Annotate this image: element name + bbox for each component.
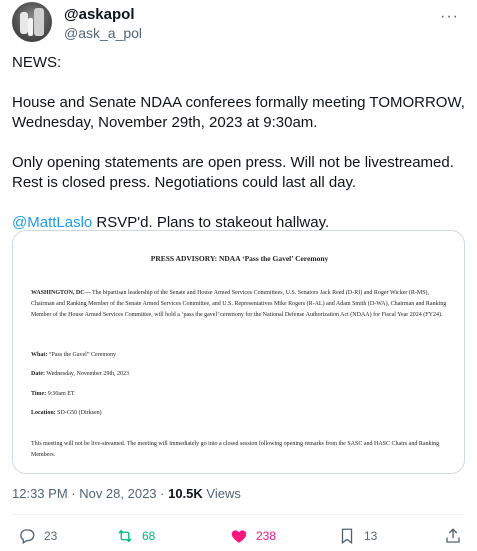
- document-title: PRESS ADVISORY: NDAA ‘Pass the Gavel’ Ce…: [150, 254, 329, 263]
- tweet-text: NEWS: House and Senate NDAA conferees fo…: [12, 53, 467, 253]
- views-count[interactable]: 10.5K: [168, 486, 203, 501]
- reply-icon: [20, 529, 35, 544]
- location-value: SD-G50 (Dirksen): [55, 410, 102, 416]
- date-label: Date:: [31, 371, 45, 377]
- share-icon: [446, 528, 460, 543]
- like-count: 238: [256, 529, 277, 543]
- avatar-figure: [20, 12, 28, 34]
- divider: [12, 514, 465, 515]
- avatar[interactable]: [12, 2, 52, 42]
- dateline: WASHINGTON, DC—: [31, 290, 91, 296]
- time-value: 9:30am ET: [46, 391, 75, 397]
- time-line: Time: 9:30am ET: [31, 391, 75, 397]
- what-value: “Pass the Gavel” Ceremony: [47, 352, 116, 358]
- more-horizontal-icon[interactable]: ···: [440, 8, 459, 26]
- repost-icon: [118, 529, 132, 543]
- what-label: What:: [31, 352, 48, 358]
- date-line: Date: Wednesday, November 29th, 2023: [31, 371, 129, 377]
- reply-button[interactable]: 23: [18, 525, 57, 547]
- location-line: Location: SD-G50 (Dirksen): [31, 410, 102, 416]
- tweet-paragraph: House and Senate NDAA conferees formally…: [12, 94, 465, 131]
- time-label: Time:: [31, 391, 47, 397]
- media-attachment[interactable]: PRESS ADVISORY: NDAA ‘Pass the Gavel’ Ce…: [12, 230, 465, 474]
- tweet-paragraph: NEWS:: [12, 54, 62, 71]
- user-handle[interactable]: @ask_a_pol: [64, 25, 142, 41]
- tweet-paragraph: Only opening statements are open press. …: [12, 154, 454, 191]
- display-name[interactable]: @askapol: [64, 6, 135, 23]
- bookmark-icon: [341, 528, 353, 545]
- action-bar: 23 68 238 13: [12, 525, 465, 547]
- tweet-meta: 12:33 PM · Nov 28, 2023 · 10.5K Views: [12, 486, 241, 501]
- views-label: Views: [202, 486, 241, 501]
- date-value: Wednesday, November 29th, 2023: [45, 371, 129, 377]
- bookmark-button[interactable]: 13: [338, 525, 377, 547]
- document-lead: WASHINGTON, DC— The bipartisan leadershi…: [31, 288, 449, 321]
- share-button[interactable]: [444, 525, 470, 547]
- bookmark-count: 13: [364, 529, 378, 543]
- avatar-figure: [28, 18, 33, 36]
- mention-text: RSVP'd. Plans to stakeout hallway.: [92, 214, 330, 231]
- repost-button[interactable]: 68: [116, 525, 155, 547]
- like-button[interactable]: 238: [230, 525, 276, 547]
- tweet-header: @askapol @ask_a_pol ···: [12, 2, 465, 46]
- lead-text: The bipartisan leadership of the Senate …: [31, 290, 447, 318]
- document-footer: This meeting will not be live-streamed. …: [31, 441, 440, 458]
- press-advisory-image: PRESS ADVISORY: NDAA ‘Pass the Gavel’ Ce…: [21, 239, 458, 467]
- repost-count: 68: [142, 529, 156, 543]
- location-label: Location:: [31, 410, 56, 416]
- what-line: What: “Pass the Gavel” Ceremony: [31, 352, 116, 358]
- heart-icon: [231, 530, 247, 543]
- reply-count: 23: [44, 529, 58, 543]
- mention-link[interactable]: @MattLaslo: [12, 214, 92, 231]
- timestamp[interactable]: 12:33 PM · Nov 28, 2023 ·: [12, 486, 168, 501]
- avatar-figure: [34, 8, 44, 36]
